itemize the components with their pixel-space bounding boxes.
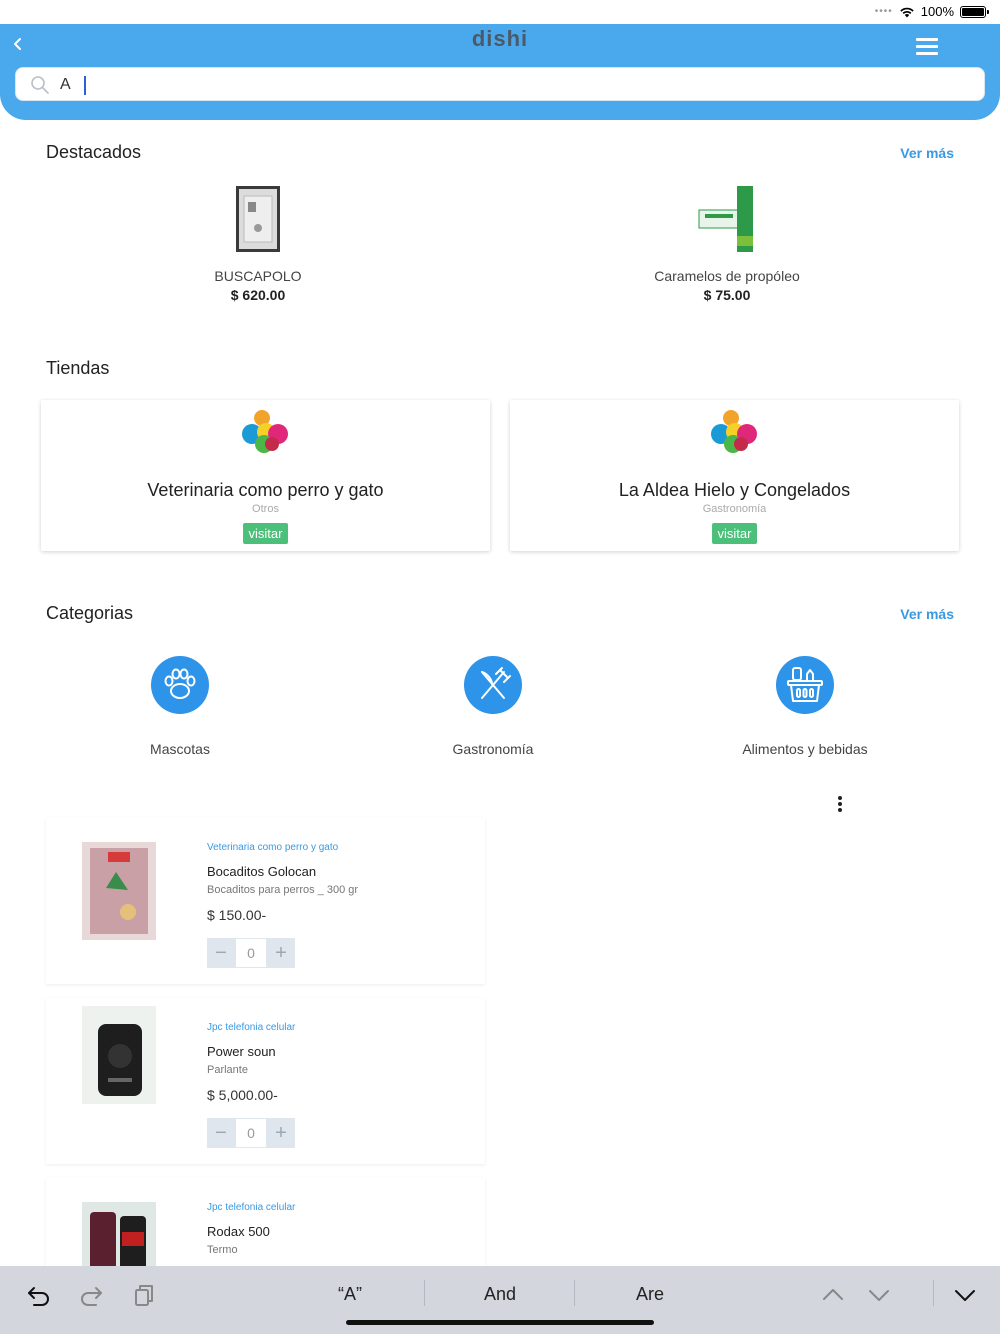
- search-icon: [31, 76, 49, 94]
- product-store[interactable]: Veterinaria como perro y gato: [207, 842, 338, 853]
- product-name: Bocaditos Golocan: [207, 864, 317, 879]
- suggestion-and[interactable]: And: [425, 1284, 575, 1305]
- decrease-quantity-button[interactable]: −: [207, 1118, 235, 1148]
- featured-item[interactable]: BUSCAPOLO $ 620.00: [158, 184, 358, 303]
- basket-icon: [787, 667, 823, 702]
- store-card[interactable]: La Aldea Hielo y Congelados Gastronomía …: [510, 400, 959, 551]
- product-image: [82, 1006, 156, 1104]
- app-header: dishi: [0, 24, 1000, 120]
- featured-item-price: $ 75.00: [703, 287, 751, 303]
- quantity-stepper: − 0 +: [207, 1118, 295, 1148]
- signal-icon: ••••: [874, 6, 893, 17]
- battery-icon: [960, 5, 989, 18]
- store-logo: [710, 410, 757, 453]
- menu-button[interactable]: [916, 38, 938, 56]
- paw-icon: [164, 668, 196, 699]
- product-name: Rodax 500: [207, 1224, 270, 1239]
- category-item-alimentos[interactable]: Alimentos y bebidas: [705, 656, 905, 757]
- product-price: $ 150.00-: [207, 907, 267, 923]
- product-description: Bocaditos para perros _ 300 gr: [207, 884, 359, 896]
- store-logo: [241, 410, 288, 453]
- decrease-quantity-button[interactable]: −: [207, 938, 235, 968]
- quantity-stepper: − 0 +: [207, 938, 295, 968]
- text-caret: [84, 76, 86, 95]
- undo-icon[interactable]: [26, 1282, 52, 1308]
- increase-quantity-button[interactable]: +: [267, 938, 295, 968]
- category-item-gastronomia[interactable]: Gastronomía: [393, 656, 593, 757]
- suggestion-quoted[interactable]: “A”: [275, 1284, 425, 1305]
- featured-item-price: $ 620.00: [230, 287, 286, 303]
- suggestion-are[interactable]: Are: [575, 1284, 725, 1305]
- product-store[interactable]: Jpc telefonia celular: [207, 1202, 295, 1213]
- stores-title: Tiendas: [46, 358, 110, 378]
- store-name: La Aldea Hielo y Congelados: [618, 480, 851, 500]
- redo-icon[interactable]: [78, 1282, 104, 1308]
- product-description: Parlante: [207, 1064, 248, 1076]
- store-category: Otros: [252, 503, 279, 515]
- category-label: Mascotas: [150, 741, 210, 757]
- featured-item-name: BUSCAPOLO: [214, 268, 302, 284]
- store-category: Gastronomía: [702, 503, 767, 515]
- dismiss-keyboard-icon[interactable]: [952, 1282, 978, 1308]
- chevron-up-icon[interactable]: [820, 1282, 846, 1308]
- utensils-icon: [481, 667, 511, 699]
- more-options-icon[interactable]: [838, 796, 844, 814]
- search-bar[interactable]: [15, 67, 985, 101]
- status-bar: •••• 100%: [0, 0, 1000, 24]
- product-name: Power soun: [207, 1044, 276, 1059]
- store-name: Veterinaria como perro y gato: [147, 480, 384, 500]
- app-logo: dishi: [471, 26, 529, 51]
- quantity-value[interactable]: 0: [235, 1118, 267, 1148]
- product-image-outlet: [228, 184, 288, 254]
- product-card[interactable]: Veterinaria como perro y gato Bocaditos …: [46, 818, 485, 984]
- battery-percentage: 100%: [920, 4, 954, 19]
- increase-quantity-button[interactable]: +: [267, 1118, 295, 1148]
- product-description: Termo: [207, 1244, 238, 1256]
- category-item-mascotas[interactable]: Mascotas: [80, 656, 280, 757]
- product-card[interactable]: Jpc telefonia celular Power soun Parlant…: [46, 998, 485, 1164]
- home-indicator: [346, 1320, 654, 1325]
- visit-store-button[interactable]: visitar: [242, 523, 289, 544]
- paste-icon[interactable]: [131, 1282, 157, 1308]
- categories-title: Categorias: [46, 603, 134, 623]
- chevron-down-icon[interactable]: [866, 1282, 892, 1308]
- store-card[interactable]: Veterinaria como perro y gato Otros visi…: [41, 400, 490, 551]
- product-image: [82, 842, 156, 940]
- product-store[interactable]: Jpc telefonia celular: [207, 1022, 295, 1033]
- categories-see-more-link[interactable]: Ver más: [900, 606, 954, 622]
- product-price: $ 5,000.00-: [207, 1087, 278, 1103]
- product-image-propolis: [697, 184, 757, 254]
- featured-item-name: Caramelos de propóleo: [654, 268, 800, 284]
- featured-item[interactable]: Caramelos de propóleo $ 75.00: [627, 184, 827, 303]
- quantity-value[interactable]: 0: [235, 938, 267, 968]
- wifi-icon: [900, 7, 914, 17]
- featured-see-more-link[interactable]: Ver más: [900, 145, 954, 161]
- category-label: Alimentos y bebidas: [742, 741, 868, 757]
- category-label: Gastronomía: [452, 741, 534, 757]
- visit-store-button[interactable]: visitar: [711, 523, 758, 544]
- search-input[interactable]: [60, 72, 960, 98]
- featured-title: Destacados: [46, 142, 142, 162]
